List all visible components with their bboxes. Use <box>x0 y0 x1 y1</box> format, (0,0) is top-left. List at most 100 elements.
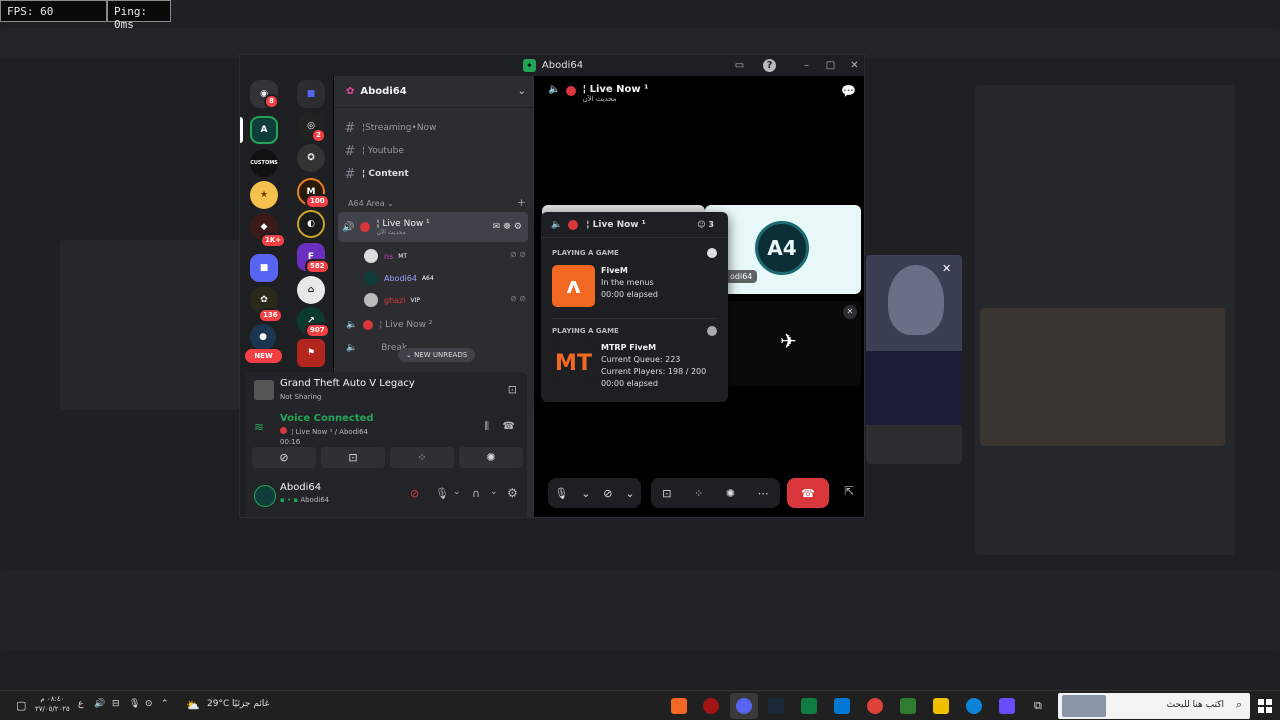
copilot-taskbar-icon[interactable] <box>999 698 1015 714</box>
activities-button[interactable]: ⁘ <box>390 447 454 468</box>
screen-share-button[interactable]: ⊡ <box>321 447 385 468</box>
edge-taskbar-icon[interactable] <box>966 698 982 714</box>
fivem-taskbar-icon[interactable] <box>671 698 687 714</box>
fivem-game-icon: ʌ <box>552 265 595 307</box>
new-unreads-pill[interactable]: ⌄ NEW UNREADS <box>398 348 476 362</box>
server-customs-icon[interactable]: CUSTOMS <box>250 149 278 177</box>
help-icon[interactable]: ? <box>763 59 776 72</box>
tray-app-icon[interactable]: ⊙ <box>145 699 153 709</box>
inbox-icon[interactable]: ▭ <box>733 59 746 72</box>
add-channel-icon[interactable]: + <box>517 196 526 209</box>
share-screen-icon[interactable]: ⊡ <box>508 383 517 396</box>
camera-off-icon[interactable]: ⊘ <box>603 487 612 500</box>
screen-share-icon[interactable]: ⊡ <box>662 487 671 500</box>
channel-label: ¦ Content <box>362 169 409 179</box>
channel-settings-icon[interactable]: ✉ ☸ ⚙ <box>493 222 522 232</box>
live-dot-icon <box>566 86 577 96</box>
member-tag: VIP <box>410 296 420 304</box>
game2-players: Current Players: 198 / 200 <box>601 367 707 376</box>
mic-tray-icon[interactable]: 🎙 <box>129 699 140 709</box>
chat-bubble-icon[interactable]: 💬 <box>841 84 856 98</box>
new-badge[interactable]: NEW <box>245 349 282 363</box>
voice-channel-live-now-1[interactable]: 🔊 ¦ Live Now ¹ محديث الآن ✉ ☸ ⚙ <box>338 212 528 242</box>
chevron-up-icon[interactable]: ⌃ <box>161 699 169 709</box>
maximize-icon[interactable]: □ <box>824 59 837 72</box>
invite-tile[interactable]: ✈ ✕ <box>725 301 861 386</box>
clock[interactable]: ٠٨:٤٠ م ٢٧/٠٥/٢٠٢٥ <box>35 694 70 714</box>
xbox-taskbar-icon[interactable] <box>801 698 817 714</box>
server-icon-r8[interactable]: ⚑ <box>297 339 325 367</box>
server-icon-3[interactable]: ★ <box>250 181 278 209</box>
folder-icon[interactable]: ■ <box>250 254 278 282</box>
store-taskbar-icon[interactable] <box>900 698 916 714</box>
activities-icon[interactable]: ⁘ <box>694 487 703 500</box>
member-row[interactable]: ghazi VIP <box>364 291 420 309</box>
participant-tile-abodi64[interactable]: A4 odi64 <box>705 205 861 294</box>
avatar[interactable] <box>254 485 276 507</box>
voice-panel: ≋ Voice Connected ¦ Live Now ¹ / Abodi64… <box>245 410 527 475</box>
game2-name: MTRP FiveM <box>601 343 657 352</box>
task-view-icon[interactable]: ⧉ <box>1034 699 1042 713</box>
search-box[interactable]: اكتب هنا للبحث ⌕ <box>1058 693 1250 719</box>
close-icon[interactable]: ✕ <box>848 59 861 72</box>
chevron-down-icon: ⌄ <box>517 86 526 97</box>
more-options-icon[interactable]: ⋯ <box>758 487 769 500</box>
discord-taskbar-active[interactable] <box>730 693 758 719</box>
notifications-icon[interactable]: ▢ <box>16 699 26 712</box>
chevron-down-icon[interactable]: ⌄ <box>625 487 634 500</box>
app-taskbar-icon[interactable] <box>703 698 719 714</box>
windows-logo-tile <box>1258 707 1264 713</box>
status-icons: ▪ • ▪ <box>280 496 299 504</box>
weather-icon[interactable]: ⛅ <box>186 699 200 712</box>
settings-gear-icon[interactable]: ⚙ <box>507 486 518 500</box>
microphone-icon[interactable]: 🎙 <box>554 487 568 500</box>
chevron-down-icon[interactable]: ⌄ <box>581 487 590 500</box>
voice-status[interactable]: Voice Connected <box>280 413 374 424</box>
microphone-icon[interactable]: 🎙 <box>435 487 449 500</box>
chevron-down-icon[interactable]: ⌄ <box>490 487 498 497</box>
server-icon-7[interactable]: ● <box>250 324 276 350</box>
game1-name: FiveM <box>601 266 628 275</box>
leave-call-button[interactable]: ☎ <box>787 478 829 508</box>
server-icon-r4[interactable]: ◐ <box>297 210 325 238</box>
chevron-down-icon[interactable]: ⌄ <box>453 487 461 497</box>
participant-name: odi64 <box>725 270 758 283</box>
users-icon: ☺ <box>697 220 706 229</box>
steam-taskbar-icon[interactable] <box>768 698 784 714</box>
channel-streaming-now[interactable]: # ¦Streaming•Now <box>342 118 437 138</box>
channel-youtube[interactable]: # ¦ Youtube <box>342 141 404 161</box>
server-abodi64-icon[interactable]: A <box>250 116 278 144</box>
server-header[interactable]: ✿ Abodi64 ⌄ <box>334 76 534 108</box>
headphones-icon[interactable]: ∩ <box>472 487 480 500</box>
disconnect-icon[interactable]: ☎ <box>503 421 515 432</box>
soundboard-button[interactable]: ✺ <box>459 447 523 468</box>
server-icon-r2[interactable]: ✪ <box>297 144 325 172</box>
outlook-taskbar-icon[interactable] <box>834 698 850 714</box>
search-icon: ⌕ <box>1235 698 1242 711</box>
soundboard-icon[interactable]: ✺ <box>726 487 735 500</box>
server-icon-r6[interactable]: ⌂ <box>297 276 325 304</box>
activity-panel: Grand Theft Auto V Legacy Not Sharing ⊡ <box>245 372 527 410</box>
language-indicator[interactable]: ع <box>78 699 83 709</box>
folder-open-icon[interactable]: ■ <box>297 80 325 108</box>
minimize-icon[interactable]: – <box>800 59 813 72</box>
member-row[interactable]: Abodi64 A64 <box>364 269 434 287</box>
category-a64-area[interactable]: A64 Area ⌄ <box>348 199 394 208</box>
popout-icon[interactable]: ⇱ <box>844 484 854 498</box>
volume-icon[interactable]: 🔊 <box>94 699 105 709</box>
start-button[interactable] <box>1258 699 1272 713</box>
network-icon[interactable]: ⊟ <box>112 699 120 709</box>
channel-content[interactable]: # ¦ Content <box>342 164 409 184</box>
camera-button[interactable]: ⊘ <box>252 447 316 468</box>
user-panel: Abodi64 ▪ • ▪ Abodi64 ⊘ 🎙 ⌄ ∩ ⌄ ⚙ <box>245 475 527 517</box>
popup-title: ¦ Live Now ¹ <box>586 219 646 230</box>
member-row[interactable]: ns MT <box>364 247 407 265</box>
explorer-taskbar-icon[interactable] <box>933 698 949 714</box>
noise-suppression-icon[interactable]: ⫼ <box>484 421 489 432</box>
muted-icons: ⊘ ⊘ <box>510 250 526 259</box>
voice-channel-live-now-2[interactable]: 🔈 ¦ Live Now ² <box>346 315 432 335</box>
camera-off-icon[interactable]: ⊘ <box>410 487 419 500</box>
close-icon[interactable]: ✕ <box>843 305 857 319</box>
close-icon[interactable]: ✕ <box>942 262 951 275</box>
chrome-taskbar-icon[interactable] <box>867 698 883 714</box>
